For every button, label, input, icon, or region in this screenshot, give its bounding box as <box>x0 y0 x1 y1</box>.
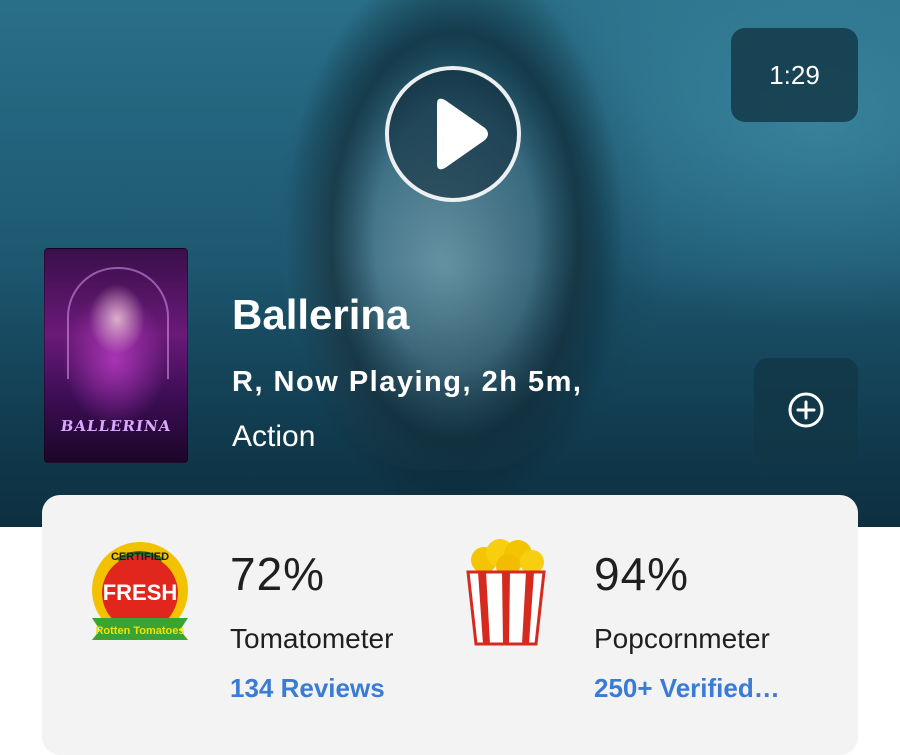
popcornmeter-ratings-link[interactable]: 250+ Verified… <box>594 673 780 704</box>
poster-artwork <box>67 267 169 379</box>
svg-text:FRESH: FRESH <box>103 580 178 605</box>
play-trailer-button[interactable] <box>385 66 521 202</box>
movie-genre: Action <box>232 420 316 453</box>
poster-title-text: BALLERINA <box>59 417 173 435</box>
popcornmeter-score: 94% <box>594 548 690 600</box>
score-card: CERTIFIED FRESH Rotten Tomatoes 72% Toma… <box>42 495 858 755</box>
popcorn-icon <box>466 539 546 646</box>
tomatometer-score: 72% <box>230 548 326 600</box>
movie-poster[interactable]: BALLERINA <box>44 248 188 463</box>
popcornmeter-label: Popcornmeter <box>594 623 770 654</box>
plus-circle-icon <box>788 392 824 428</box>
certified-fresh-icon: CERTIFIED FRESH Rotten Tomatoes <box>92 542 188 640</box>
play-icon <box>437 98 488 170</box>
trailer-duration-badge[interactable]: 1:29 <box>731 28 858 122</box>
add-to-watchlist-button[interactable] <box>754 358 858 462</box>
svg-text:CERTIFIED: CERTIFIED <box>111 551 169 563</box>
movie-title: Ballerina <box>232 291 410 338</box>
tomatometer-reviews-link[interactable]: 134 Reviews <box>230 673 385 704</box>
hero-banner: 1:29 BALLERINA Ballerina R, Now Playing,… <box>0 0 900 527</box>
svg-text:Rotten Tomatoes: Rotten Tomatoes <box>95 625 184 637</box>
movie-meta: R, Now Playing, 2h 5m, <box>232 366 583 398</box>
tomatometer-label: Tomatometer <box>230 623 394 654</box>
